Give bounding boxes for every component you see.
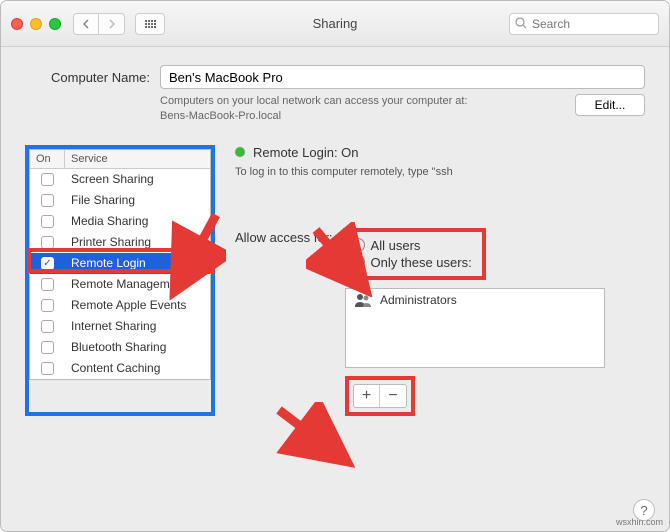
- service-checkbox[interactable]: [41, 320, 54, 333]
- services-header: On Service: [30, 150, 210, 169]
- services-panel: On Service Screen Sharing File Sharing M…: [25, 145, 215, 416]
- search-input[interactable]: [509, 13, 659, 35]
- window-controls: [11, 18, 61, 30]
- col-service: Service: [65, 150, 210, 168]
- service-row[interactable]: Remote Management: [30, 274, 210, 295]
- status-text: Remote Login: On: [253, 145, 359, 160]
- computer-name-label: Computer Name:: [25, 70, 150, 85]
- service-checkbox[interactable]: [41, 215, 54, 228]
- zoom-window-button[interactable]: [49, 18, 61, 30]
- access-row: Allow access for: All users Only these u…: [235, 228, 645, 280]
- chevron-right-icon: [108, 19, 116, 29]
- titlebar: Sharing: [1, 1, 669, 47]
- annotation-highlight-box: All users Only these users:: [343, 228, 486, 280]
- annotation-highlight-box: [27, 248, 215, 273]
- minimize-window-button[interactable]: [30, 18, 42, 30]
- watermark: wsxhin.com: [616, 517, 663, 527]
- service-row[interactable]: Media Sharing: [30, 211, 210, 232]
- computer-name-description: Computers on your local network can acce…: [160, 94, 565, 125]
- search-field-wrap: [509, 13, 659, 35]
- window-title: Sharing: [313, 16, 358, 31]
- service-checkbox[interactable]: [41, 173, 54, 186]
- radio-button[interactable]: [351, 238, 365, 252]
- edit-hostname-button[interactable]: Edit...: [575, 94, 645, 116]
- grid-icon: [145, 20, 156, 28]
- service-checkbox[interactable]: [41, 341, 54, 354]
- access-label: Allow access for:: [235, 228, 333, 245]
- service-checkbox[interactable]: [41, 362, 54, 375]
- users-list: Administrators: [345, 288, 605, 368]
- service-detail-panel: Remote Login: On To log in to this compu…: [235, 145, 645, 416]
- annotation-highlight-box: + −: [345, 376, 415, 416]
- service-row[interactable]: Internet Sharing: [30, 316, 210, 337]
- service-checkbox[interactable]: [41, 299, 54, 312]
- computer-name-input[interactable]: [160, 65, 645, 89]
- add-remove-buttons: + −: [353, 384, 407, 408]
- nav-buttons: [73, 13, 125, 35]
- service-checkbox[interactable]: [41, 194, 54, 207]
- service-row[interactable]: File Sharing: [30, 190, 210, 211]
- status-subtitle: To log in to this computer remotely, typ…: [235, 166, 645, 178]
- user-row[interactable]: Administrators: [346, 289, 604, 311]
- search-icon: [515, 17, 527, 32]
- forward-button[interactable]: [99, 13, 125, 35]
- remove-user-button[interactable]: −: [380, 385, 406, 407]
- preferences-window: Sharing Computer Name: Computers on your…: [0, 0, 670, 532]
- users-listbox[interactable]: Administrators: [345, 288, 605, 368]
- col-on: On: [30, 150, 65, 168]
- service-status-row: Remote Login: On: [235, 145, 645, 160]
- service-checkbox[interactable]: [41, 278, 54, 291]
- radio-button[interactable]: [351, 255, 365, 269]
- service-row[interactable]: Content Caching: [30, 358, 210, 379]
- back-button[interactable]: [73, 13, 99, 35]
- service-row[interactable]: Screen Sharing: [30, 169, 210, 190]
- users-group-icon: [354, 293, 372, 307]
- chevron-left-icon: [82, 19, 90, 29]
- show-all-button[interactable]: [135, 13, 165, 35]
- service-row[interactable]: Remote Apple Events: [30, 295, 210, 316]
- add-user-button[interactable]: +: [354, 385, 380, 407]
- radio-only-these-users[interactable]: Only these users:: [351, 255, 472, 270]
- radio-all-users[interactable]: All users: [351, 238, 472, 253]
- status-indicator-on: [235, 147, 245, 157]
- close-window-button[interactable]: [11, 18, 23, 30]
- content-area: Computer Name: Computers on your local n…: [1, 47, 669, 531]
- service-row[interactable]: Bluetooth Sharing: [30, 337, 210, 358]
